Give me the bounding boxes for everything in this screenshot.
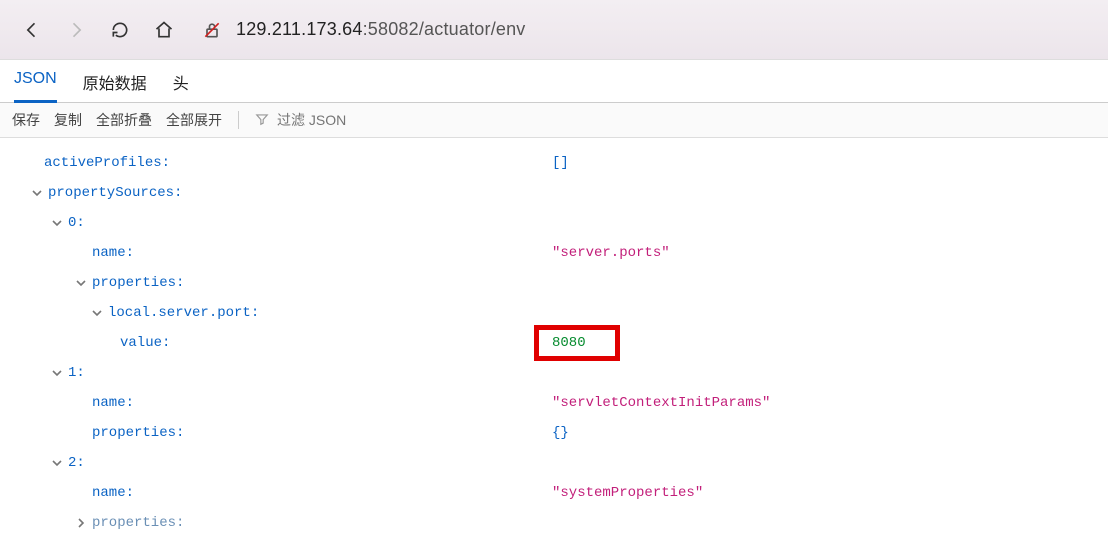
- json-key: activeProfiles: [44, 156, 162, 170]
- json-key: value: [120, 336, 162, 350]
- json-key: 1: [68, 366, 76, 380]
- json-row-properties-2[interactable]: properties:: [12, 508, 1096, 538]
- json-row-local-server-port[interactable]: local.server.port:: [12, 298, 1096, 328]
- reload-button[interactable]: [108, 18, 132, 42]
- json-key: 0: [68, 216, 76, 230]
- tab-json[interactable]: JSON: [14, 70, 57, 103]
- tab-raw-data[interactable]: 原始数据: [83, 70, 147, 102]
- json-row-propertySources[interactable]: propertySources:: [12, 178, 1096, 208]
- json-key: local.server.port: [108, 306, 251, 320]
- json-key: properties: [92, 276, 176, 290]
- filter-box[interactable]: [255, 111, 395, 129]
- json-row-activeProfiles[interactable]: activeProfiles: []: [12, 148, 1096, 178]
- json-toolbar: 保存 复制 全部折叠 全部展开: [0, 103, 1108, 138]
- json-row-name-2[interactable]: name: "systemProperties": [12, 478, 1096, 508]
- twisty-icon[interactable]: [90, 306, 104, 320]
- insecure-lock-icon: [202, 20, 222, 40]
- json-value-port: 8080: [552, 336, 586, 350]
- json-row-value-port[interactable]: value: 8080: [12, 328, 1096, 358]
- json-row-index-2[interactable]: 2:: [12, 448, 1096, 478]
- copy-button[interactable]: 复制: [54, 110, 82, 130]
- json-value: {}: [552, 426, 569, 440]
- json-key: 2: [68, 456, 76, 470]
- json-row-name-0[interactable]: name: "server.ports": [12, 238, 1096, 268]
- json-row-properties-1[interactable]: properties: {}: [12, 418, 1096, 448]
- json-key: properties: [92, 516, 176, 530]
- json-key: name: [92, 396, 126, 410]
- url-text: 129.211.173.64:58082/actuator/env: [236, 19, 526, 40]
- json-value: "systemProperties": [552, 486, 703, 500]
- url-host: 129.211.173.64: [236, 19, 363, 39]
- json-tree: activeProfiles: [] propertySources: 0: n…: [0, 138, 1108, 556]
- json-row-properties-0[interactable]: properties:: [12, 268, 1096, 298]
- json-key: name: [92, 246, 126, 260]
- json-value: "server.ports": [552, 246, 670, 260]
- filter-icon: [255, 112, 269, 129]
- expand-all-button[interactable]: 全部展开: [166, 110, 222, 130]
- collapse-all-button[interactable]: 全部折叠: [96, 110, 152, 130]
- json-row-index-0[interactable]: 0:: [12, 208, 1096, 238]
- json-key: propertySources: [48, 186, 174, 200]
- json-key: name: [92, 486, 126, 500]
- address-bar[interactable]: 129.211.173.64:58082/actuator/env: [202, 19, 526, 40]
- json-row-name-1[interactable]: name: "servletContextInitParams": [12, 388, 1096, 418]
- json-value: []: [552, 156, 569, 170]
- json-key: properties: [92, 426, 176, 440]
- twisty-icon[interactable]: [50, 456, 64, 470]
- browser-toolbar: 129.211.173.64:58082/actuator/env: [0, 0, 1108, 60]
- twisty-icon[interactable]: [50, 366, 64, 380]
- url-path: :58082/actuator/env: [363, 19, 526, 39]
- toolbar-divider: [238, 111, 239, 129]
- json-row-index-1[interactable]: 1:: [12, 358, 1096, 388]
- save-button[interactable]: 保存: [12, 110, 40, 130]
- view-tabs: JSON 原始数据 头: [0, 60, 1108, 103]
- twisty-icon[interactable]: [74, 516, 88, 530]
- tab-headers[interactable]: 头: [173, 70, 189, 102]
- json-value: "servletContextInitParams": [552, 396, 770, 410]
- back-button[interactable]: [20, 18, 44, 42]
- twisty-icon[interactable]: [74, 276, 88, 290]
- filter-input[interactable]: [275, 111, 395, 129]
- home-button[interactable]: [152, 18, 176, 42]
- twisty-icon[interactable]: [30, 186, 44, 200]
- twisty-icon[interactable]: [50, 216, 64, 230]
- forward-button[interactable]: [64, 18, 88, 42]
